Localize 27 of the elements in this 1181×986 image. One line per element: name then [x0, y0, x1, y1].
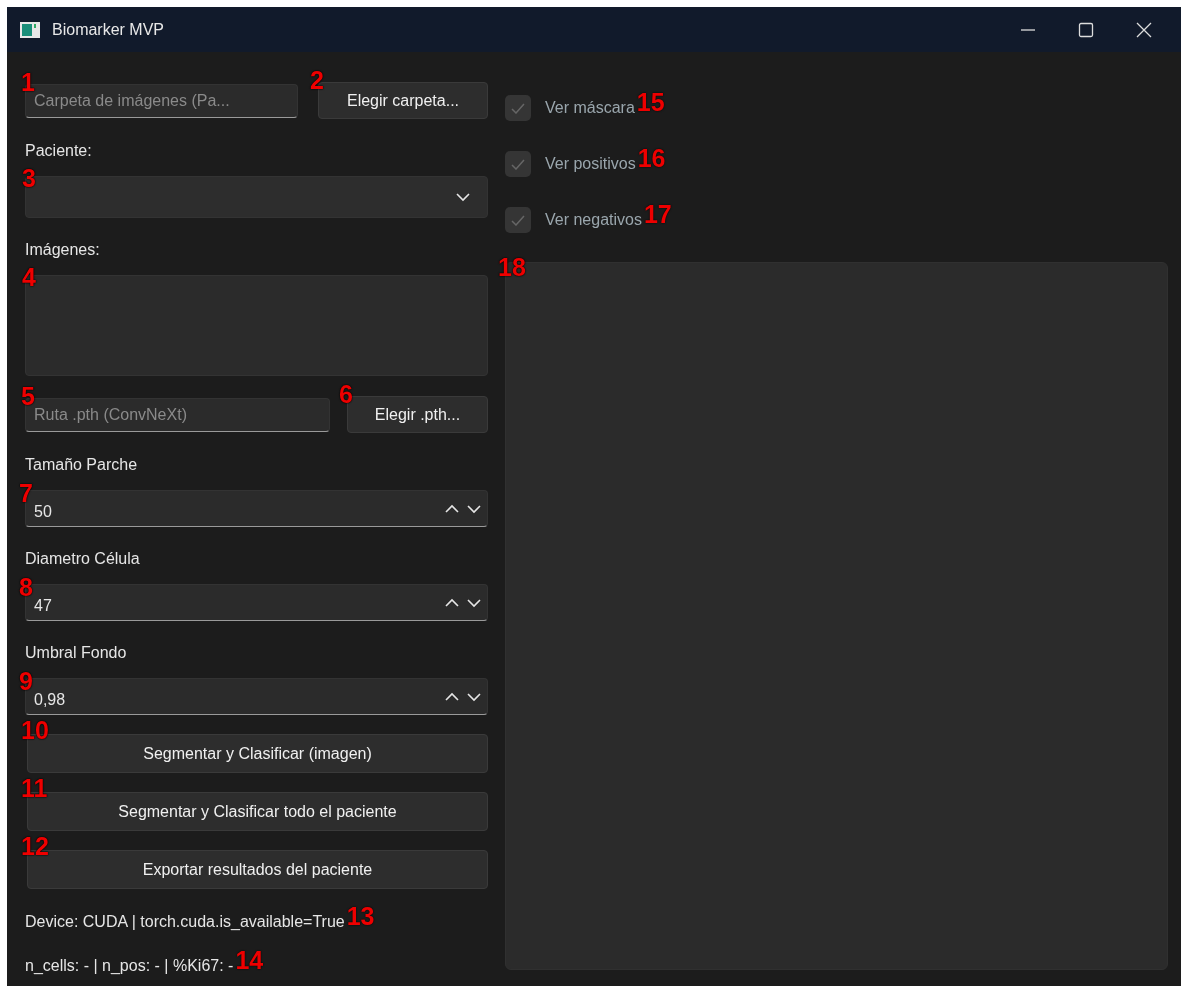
chevron-down-icon [455, 192, 471, 202]
checkmark-icon [511, 102, 525, 114]
field-label: Diametro Célula [25, 549, 141, 569]
callout-number: 3 [22, 166, 36, 191]
callout-number: 15 [636, 89, 665, 115]
callout-number: 18 [498, 255, 526, 280]
callout-number: 17 [643, 201, 672, 227]
checkbox-label: Ver máscara [545, 98, 635, 118]
field-label: Paciente: [25, 141, 93, 161]
callout-number: 16 [637, 145, 666, 171]
field-label: Imágenes: [25, 240, 101, 260]
status-text: n_cells: - | n_pos: - | %Ki67: - [25, 956, 234, 976]
field-label: Umbral Fondo [25, 643, 128, 663]
close-icon [1136, 21, 1152, 38]
checkbox-label: Ver positivos [545, 154, 636, 174]
callout-number: 4 [22, 265, 36, 290]
checkbox-label: Ver negativos [545, 210, 642, 230]
minimize-icon [1020, 28, 1036, 31]
app-icon [20, 21, 40, 38]
checkmark-icon [511, 214, 525, 226]
checkmark-icon [511, 158, 525, 170]
window-title: Biomarker MVP [52, 19, 165, 40]
callout-number: 14 [235, 947, 264, 973]
status-text: Device: CUDA | torch.cuda.is_available=True [25, 912, 345, 932]
callout-number: 13 [346, 903, 375, 929]
maximize-icon [1078, 21, 1094, 38]
field-label: Tamaño Parche [25, 455, 139, 475]
